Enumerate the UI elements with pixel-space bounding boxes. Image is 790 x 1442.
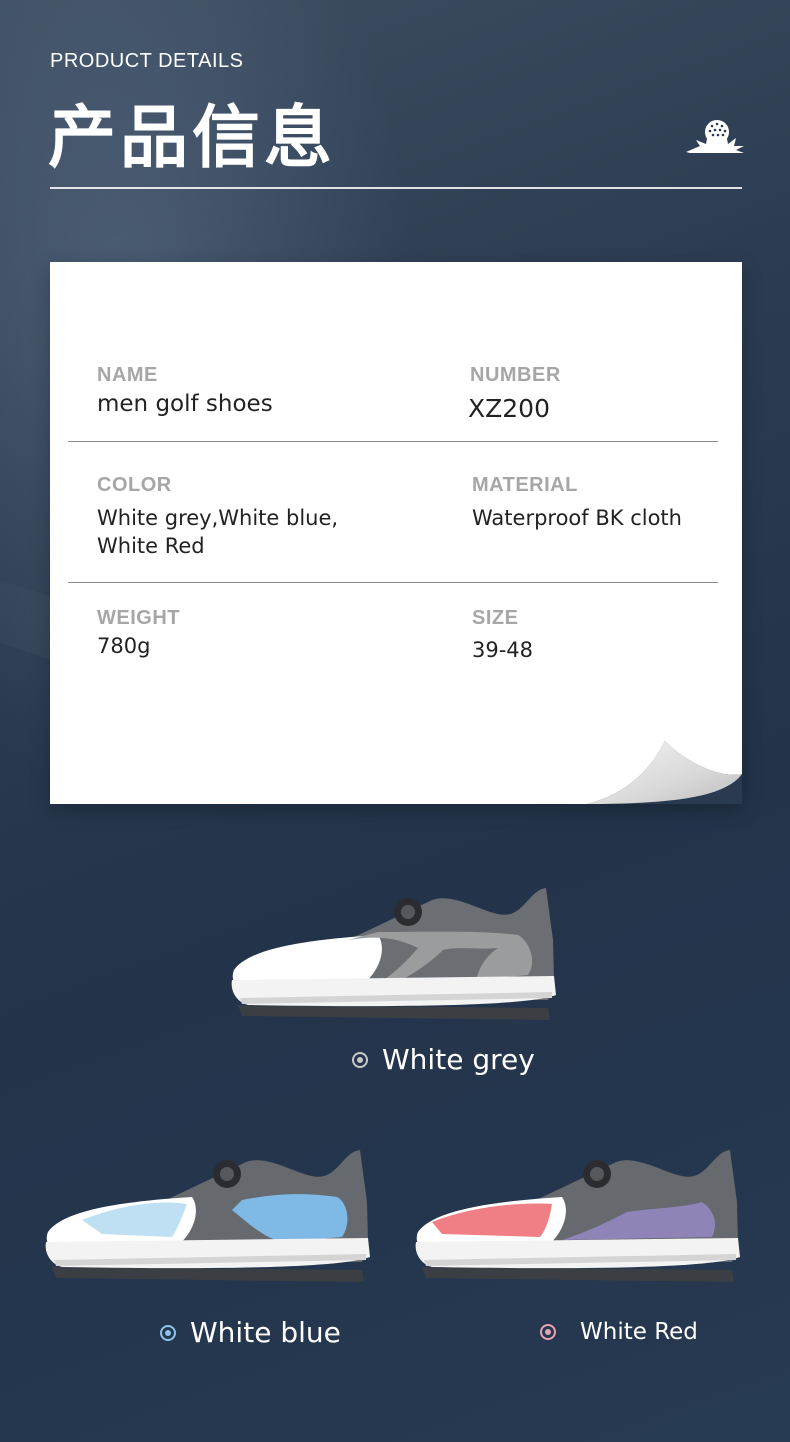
section-title: 产品信息 (48, 99, 337, 178)
number-value: XZ200 (468, 394, 550, 423)
variant-label: White Red (580, 1319, 698, 1345)
name-value: men golf shoes (97, 391, 273, 417)
variant-label: White grey (382, 1043, 535, 1076)
size-label: SIZE (472, 607, 519, 629)
page-curl (587, 741, 742, 804)
variant-caption-white-red: White Red (540, 1319, 698, 1345)
color-value-line1: White grey,White blue, (97, 506, 339, 530)
radio-dot-icon (352, 1051, 368, 1068)
product-details-card: NAME men golf shoes NUMBER XZ200 COLOR W… (50, 262, 742, 804)
color-value-line2: White Red (97, 534, 205, 558)
weight-label: WEIGHT (97, 607, 180, 629)
row-divider (68, 441, 718, 442)
variant-caption-white-blue: White blue (160, 1316, 341, 1349)
radio-dot-icon (540, 1324, 556, 1340)
material-label: MATERIAL (472, 474, 578, 496)
size-value: 39-48 (472, 638, 534, 662)
shoe-white-blue (45, 1150, 370, 1282)
material-value: Waterproof BK cloth (472, 506, 682, 530)
number-label: NUMBER (470, 364, 561, 386)
shoe-white-grey (231, 888, 556, 1020)
radio-dot-icon (160, 1324, 176, 1341)
color-label: COLOR (97, 474, 172, 496)
row-divider (68, 582, 718, 583)
variant-caption-white-grey: White grey (352, 1043, 535, 1076)
section-subtitle: PRODUCT DETAILS (50, 50, 244, 72)
variant-label: White blue (190, 1316, 341, 1349)
golf-ball-logo-icon (686, 120, 744, 153)
header-divider (50, 187, 742, 189)
shoe-white-red (415, 1150, 740, 1282)
name-label: NAME (97, 364, 158, 386)
weight-value: 780g (97, 634, 151, 658)
